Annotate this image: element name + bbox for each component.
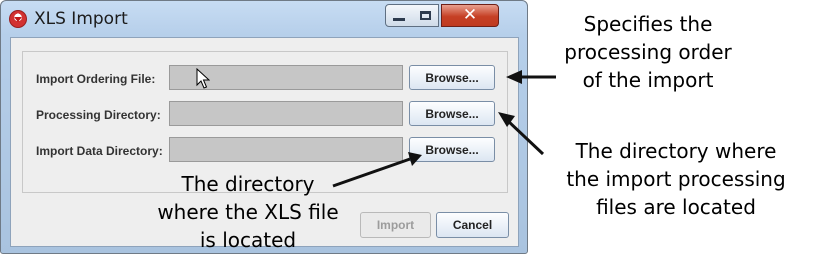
annotation-ordering: Specifies the processing order of the im… <box>548 10 748 94</box>
annotation-data-line: is located <box>199 228 297 252</box>
annotation-data-line: The directory <box>181 172 315 196</box>
annotation-data-line: where the XLS file <box>157 200 339 224</box>
annotation-processing-line: The directory where <box>575 139 777 163</box>
annotation-ordering-line: processing order <box>564 40 732 64</box>
annotation-processing-line: the import processing <box>566 167 786 191</box>
annotation-data-directory: The directory where the XLS file is loca… <box>140 170 356 254</box>
annotation-ordering-line: Specifies the <box>583 12 713 36</box>
annotation-ordering-line: of the import <box>582 68 714 92</box>
annotation-processing-line: files are located <box>596 195 756 219</box>
annotation-processing: The directory where the import processin… <box>545 137 807 221</box>
